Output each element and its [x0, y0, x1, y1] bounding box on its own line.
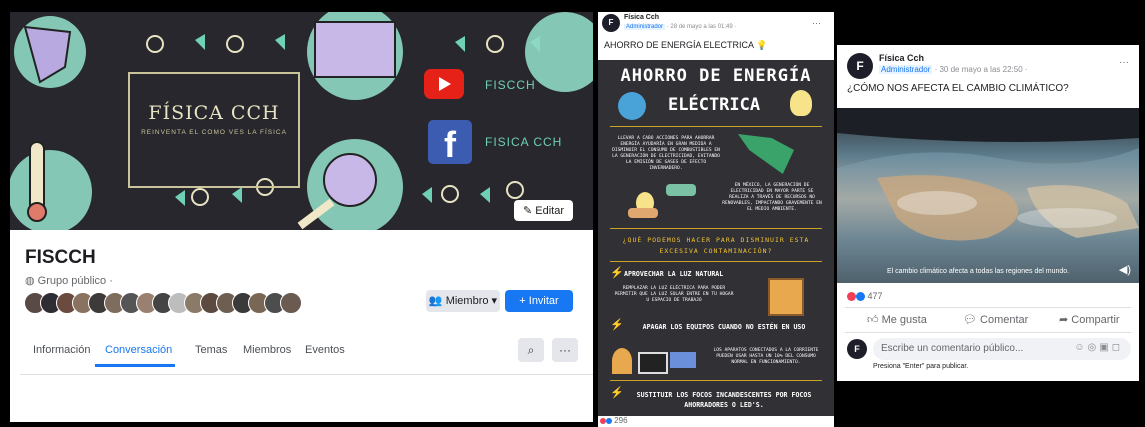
comment-input[interactable]: Escribe un comentario público... ☺◎▣◻ [873, 338, 1131, 360]
lightbulb-icon: 💡 [756, 40, 768, 50]
volume-icon[interactable]: ◀) [1119, 263, 1131, 276]
cover-photo: FÍSICA CCH REINVENTA EL COMO VES LA FÍSI… [10, 12, 593, 230]
youtube-icon [424, 69, 464, 99]
comment-tool-icons[interactable]: ☺◎▣◻ [1074, 342, 1123, 353]
tab-conversacion[interactable]: Conversación [105, 344, 172, 356]
active-tab-indicator [95, 364, 175, 367]
comment-icon: 💬︎ [963, 314, 981, 326]
cover-title: FÍSICA CCH [148, 102, 280, 124]
tab-temas[interactable]: Temas [195, 344, 227, 356]
like-icon [856, 292, 865, 302]
infographic-item-1-desc: REMPLAZAR LA LUZ ELÉCTRICA PARA PODER PE… [614, 286, 734, 303]
edit-cover-button[interactable]: ✎ Editar [513, 200, 573, 221]
avatar: F [847, 339, 867, 359]
lightbulb-icon [790, 90, 812, 116]
post-menu-button[interactable]: ··· [1119, 57, 1129, 68]
laptop-icon [670, 352, 696, 368]
avatar[interactable]: F [602, 14, 620, 32]
reaction-summary[interactable]: 296 [600, 416, 628, 425]
like-icon [606, 417, 612, 424]
mexico-map-icon [738, 134, 794, 174]
group-tabs: Información Conversación Temas Miembros … [25, 336, 580, 367]
divider [20, 374, 593, 375]
pencil-icon: ✎ [522, 205, 536, 217]
infographic-image[interactable]: AHORRO DE ENERGÍA ELÉCTRICA LLEVAR A CAB… [598, 60, 834, 416]
group-name: FISCCH [25, 247, 96, 268]
comment-placeholder: Escribe un comentario público... [881, 343, 1024, 354]
divider [610, 228, 822, 229]
avatar[interactable]: F [847, 53, 873, 79]
globe-icon: ◍ [25, 275, 38, 287]
tab-eventos[interactable]: Eventos [305, 344, 345, 356]
press-enter-hint: Presiona "Enter" para publicar. [873, 363, 969, 370]
caret-down-icon: ▾ [488, 295, 498, 307]
lightning-icon: ⚡ [610, 387, 624, 399]
infographic-intro: LLEVAR A CABO ACCIONES PARA AHORRAR ENER… [612, 136, 720, 171]
love-icon [847, 292, 856, 302]
post-energy: F Física Cch Administrador · 28 de mayo … [598, 12, 834, 427]
video-player[interactable]: El cambio climático afecta a todas las r… [837, 108, 1139, 283]
infographic-item-1: APROVECHAR LA LUZ NATURAL [624, 270, 724, 278]
facebook-icon: f [428, 120, 472, 165]
infographic-title: AHORRO DE ENERGÍA [620, 66, 812, 86]
people-icon: 👥 [428, 295, 446, 307]
share-icon: ➦ [1059, 314, 1072, 326]
infographic-subtitle: ELÉCTRICA [668, 95, 761, 115]
post-actions: 👍︎ Me gusta 💬︎ Comentar ➦ Compartir [845, 307, 1131, 333]
invite-button[interactable]: + Invitar [505, 290, 573, 312]
lightning-icon: ⚡ [610, 267, 624, 279]
cover-illustration [10, 12, 593, 230]
infographic-question: ¿QUÉ PODEMOS HACER PARA DISMINUIR ESTA E… [622, 236, 810, 255]
cover-subtitle: REINVENTA EL COMO VES LA FÍSICA [141, 129, 287, 136]
group-privacy: ◍ Grupo público · [25, 275, 113, 287]
globe-icon [618, 92, 646, 120]
lightning-icon: ⚡ [610, 319, 624, 331]
post-climate: F Física Cch Administrador · 30 de mayo … [837, 45, 1139, 381]
hands-bulb-icon [628, 178, 698, 218]
post-author[interactable]: Física Cch [879, 53, 924, 63]
thumbs-up-icon: 👍︎ [867, 314, 882, 326]
tab-informacion[interactable]: Información [33, 344, 90, 356]
monitor-icon [638, 352, 668, 374]
member-button[interactable]: 👥 Miembro ▾ [426, 290, 500, 312]
earth-video-frame [837, 108, 1139, 283]
infographic-item-2: APAGAR LOS EQUIPOS CUANDO NO ESTÉN EN US… [642, 323, 806, 331]
infographic-item-2-desc: LOS APARATOS CONECTADOS A LA CORRIENTE P… [713, 348, 819, 365]
search-icon[interactable]: ⌕ [518, 338, 544, 362]
avatar[interactable] [280, 292, 302, 314]
infographic-mexico: EN MÉXICO, LA GENERACIÓN DE ELECTRICIDAD… [722, 183, 822, 212]
video-caption: El cambio climático afecta a todas las r… [887, 268, 1070, 275]
infographic-item-3: SUSTITUIR LOS FOCOS INCANDESCENTES POR F… [636, 391, 812, 409]
divider [610, 261, 822, 262]
comment-button[interactable]: 💬︎ Comentar [963, 313, 1028, 326]
post-text: ¿CÓMO NOS AFECTA EL CAMBIO CLIMÁTICO? [847, 83, 1069, 94]
group-page: FÍSICA CCH REINVENTA EL COMO VES LA FÍSI… [10, 12, 593, 422]
post-meta: Administrador · 30 de mayo a las 22:50 · [879, 65, 1028, 74]
facebook-label: FISICA CCH [485, 135, 563, 149]
reaction-summary[interactable]: 477 [847, 291, 883, 302]
tab-miembros[interactable]: Miembros [243, 344, 291, 356]
divider [610, 126, 822, 127]
window-icon [768, 278, 804, 316]
fan-icon [612, 348, 632, 374]
share-button[interactable]: ➦ Compartir [1059, 313, 1120, 326]
youtube-label: FISCCH [485, 78, 536, 92]
post-menu-button[interactable]: ··· [812, 18, 821, 28]
divider [610, 380, 822, 381]
post-text: AHORRO DE ENERGÍA ELECTRICA 💡 [604, 40, 768, 50]
like-button[interactable]: 👍︎ Me gusta [867, 313, 927, 326]
post-author[interactable]: Física Cch [624, 14, 659, 21]
post-meta: Administrador · 28 de mayo a las 01:49 · [624, 24, 737, 30]
more-options-button[interactable]: ··· [552, 338, 578, 362]
